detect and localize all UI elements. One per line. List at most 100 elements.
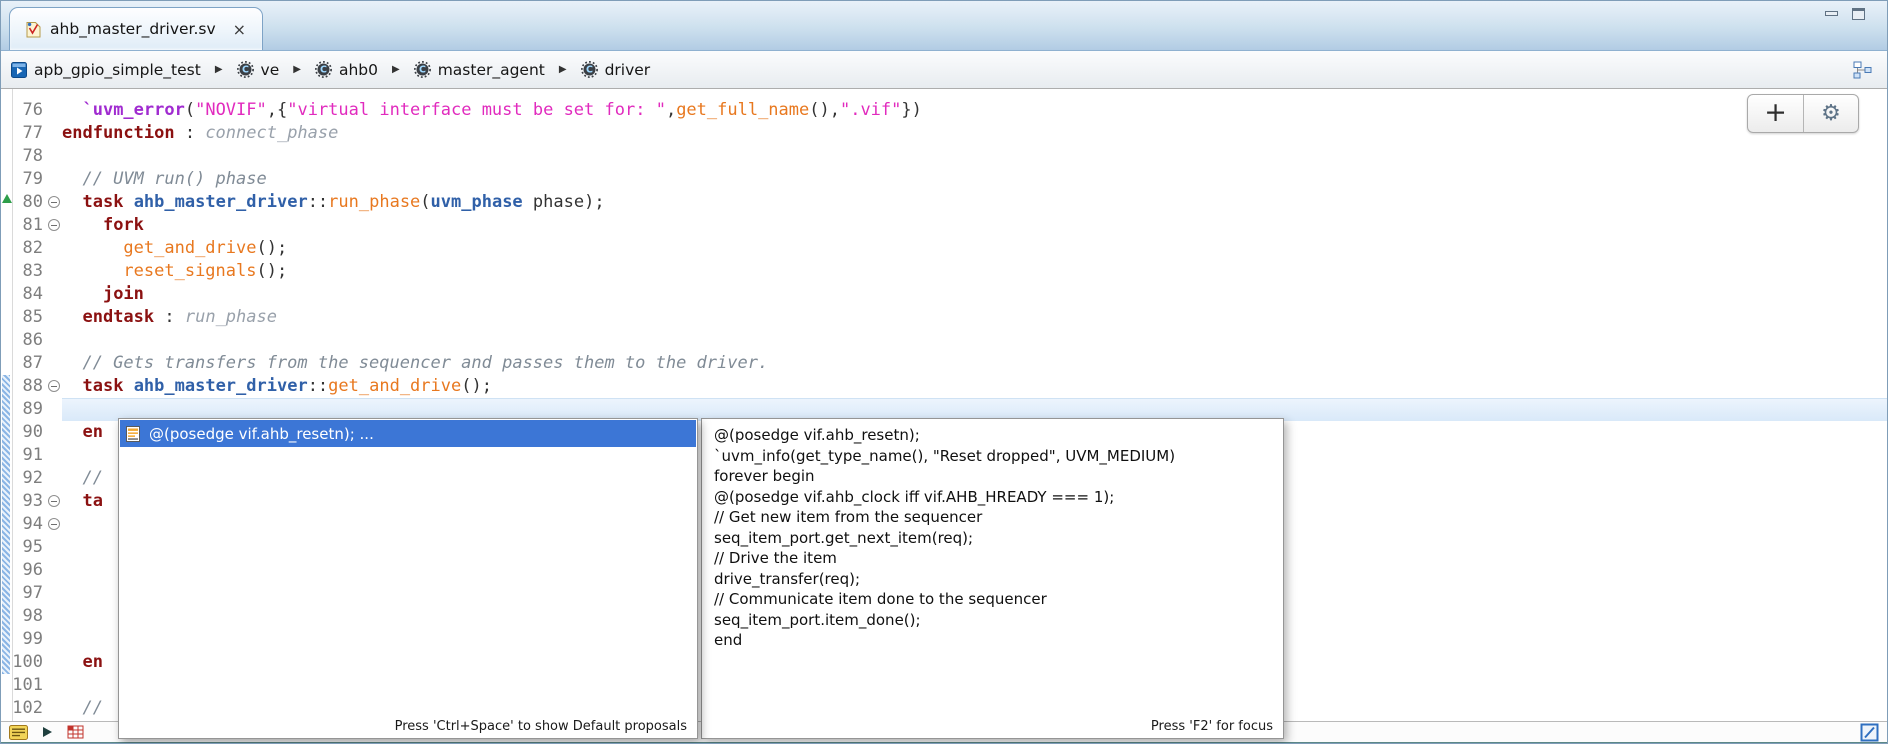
fold-spacer: [45, 697, 62, 720]
line-number: 76: [1, 99, 45, 122]
code-text: endfunction : connect_phase: [62, 122, 1887, 145]
preview-code-line: @(posedge vif.ahb_resetn);: [714, 425, 1283, 446]
gear-button[interactable]: ⚙: [1803, 95, 1858, 132]
code-line-78[interactable]: 78: [1, 145, 1887, 168]
tab-ahb-master-driver[interactable]: ahb_master_driver.sv ×: [9, 7, 263, 50]
code-text: [62, 145, 1887, 168]
plus-icon: +: [1764, 99, 1787, 126]
breadcrumb-item-driver[interactable]: Cdriver: [581, 61, 651, 79]
grid-icon[interactable]: [67, 724, 84, 740]
code-line-82[interactable]: 82 get_and_drive();: [1, 237, 1887, 260]
fold-spacer: [45, 122, 62, 145]
code-line-83[interactable]: 83 reset_signals();: [1, 260, 1887, 283]
fold-spacer: [45, 421, 62, 444]
close-icon[interactable]: ×: [233, 20, 246, 39]
code-text: reset_signals();: [62, 260, 1887, 283]
proposal-label: @(posedge vif.ahb_resetn); ...: [149, 425, 374, 443]
breadcrumb-separator-icon: ▶: [215, 64, 223, 75]
code-line-87[interactable]: 87 // Gets transfers from the sequencer …: [1, 352, 1887, 375]
plus-button[interactable]: +: [1748, 95, 1803, 132]
completion-proposal-selected[interactable]: @(posedge vif.ahb_resetn); ...: [120, 420, 696, 447]
fold-spacer: [45, 628, 62, 651]
breadcrumb-item-ahb0[interactable]: Cahb0: [315, 61, 378, 79]
class-icon: C: [237, 61, 254, 78]
line-number: 100: [1, 651, 45, 674]
breadcrumb-item-master_agent[interactable]: Cmaster_agent: [414, 61, 545, 79]
fold-spacer: [45, 283, 62, 306]
completion-popup: @(posedge vif.ahb_resetn); ... Press 'Ct…: [118, 418, 698, 739]
code-line-77[interactable]: 77endfunction : connect_phase: [1, 122, 1887, 145]
preview-code-line: end: [714, 630, 1283, 651]
fold-spacer: [45, 398, 62, 421]
svg-text:C: C: [320, 65, 327, 76]
code-line-80[interactable]: 80 task ahb_master_driver::run_phase(uvm…: [1, 191, 1887, 214]
fold-spacer: [45, 168, 62, 191]
breadcrumb-separator-icon: ▶: [559, 64, 567, 75]
fold-spacer: [45, 651, 62, 674]
code-line-84[interactable]: 84 join: [1, 283, 1887, 306]
editor-corner-buttons: + ⚙: [1747, 94, 1859, 133]
breadcrumb-item-apb_gpio_simple_test[interactable]: apb_gpio_simple_test: [11, 61, 201, 79]
preview-code-line: // Get new item from the sequencer: [714, 507, 1283, 528]
view-controls: [1825, 8, 1865, 20]
minimize-icon[interactable]: [1825, 11, 1838, 16]
class-icon: C: [581, 61, 598, 78]
line-number: 81: [1, 214, 45, 237]
fold-spacer: [45, 145, 62, 168]
line-number: 85: [1, 306, 45, 329]
line-number: 89: [1, 398, 45, 421]
line-number: 82: [1, 237, 45, 260]
line-number: 92: [1, 467, 45, 490]
line-number: 101: [1, 674, 45, 697]
breadcrumb-label: ve: [261, 61, 280, 79]
tab-label: ahb_master_driver.sv: [50, 20, 216, 38]
line-number: 83: [1, 260, 45, 283]
code-line-85[interactable]: 85 endtask : run_phase: [1, 306, 1887, 329]
code-text: task ahb_master_driver::run_phase(uvm_ph…: [62, 191, 1887, 214]
fold-spacer: [45, 444, 62, 467]
code-line-86[interactable]: 86: [1, 329, 1887, 352]
fold-collapse-icon[interactable]: [45, 513, 62, 536]
line-number: 78: [1, 145, 45, 168]
fold-spacer: [45, 559, 62, 582]
code-text: fork: [62, 214, 1887, 237]
line-number: 86: [1, 329, 45, 352]
line-number: 102: [1, 697, 45, 720]
line-number: 79: [1, 168, 45, 191]
fold-collapse-icon[interactable]: [45, 191, 62, 214]
edit-mode-icon[interactable]: [9, 725, 28, 740]
play-icon[interactable]: [43, 727, 52, 737]
line-number: 94: [1, 513, 45, 536]
code-line-79[interactable]: 79 // UVM run() phase: [1, 168, 1887, 191]
fold-spacer: [45, 99, 62, 122]
code-text: [62, 329, 1887, 352]
maximize-icon[interactable]: [1852, 8, 1865, 20]
fold-collapse-icon[interactable]: [45, 214, 62, 237]
class-icon: C: [315, 61, 332, 78]
fold-spacer: [45, 467, 62, 490]
class-icon: C: [414, 61, 431, 78]
breadcrumb-label: ahb0: [339, 61, 378, 79]
breadcrumb: apb_gpio_simple_test▶Cve▶Cahb0▶Cmaster_a…: [1, 51, 1887, 89]
code-text: endtask : run_phase: [62, 306, 1887, 329]
breadcrumb-item-ve[interactable]: Cve: [237, 61, 280, 79]
preview-code-line: @(posedge vif.ahb_clock iff vif.AHB_HREA…: [714, 487, 1283, 508]
code-line-81[interactable]: 81 fork: [1, 214, 1887, 237]
fold-spacer: [45, 605, 62, 628]
completion-preview: @(posedge vif.ahb_resetn);`uvm_info(get_…: [701, 418, 1284, 739]
fold-spacer: [45, 329, 62, 352]
fold-collapse-icon[interactable]: [45, 375, 62, 398]
code-text: get_and_drive();: [62, 237, 1887, 260]
console-icon[interactable]: [1860, 723, 1879, 742]
line-number: 99: [1, 628, 45, 651]
preview-code-line: // Communicate item done to the sequence…: [714, 589, 1283, 610]
fold-spacer: [45, 260, 62, 283]
preview-code-line: `uvm_info(get_type_name(), "Reset droppe…: [714, 446, 1283, 467]
line-number: 96: [1, 559, 45, 582]
hierarchy-icon[interactable]: [1852, 60, 1873, 80]
code-text: task ahb_master_driver::get_and_drive();: [62, 375, 1887, 398]
code-text: `uvm_error("NOVIF",{"virtual interface m…: [62, 99, 1887, 122]
code-line-76[interactable]: 76 `uvm_error("NOVIF",{"virtual interfac…: [1, 99, 1887, 122]
code-line-88[interactable]: 88 task ahb_master_driver::get_and_drive…: [1, 375, 1887, 398]
fold-collapse-icon[interactable]: [45, 490, 62, 513]
